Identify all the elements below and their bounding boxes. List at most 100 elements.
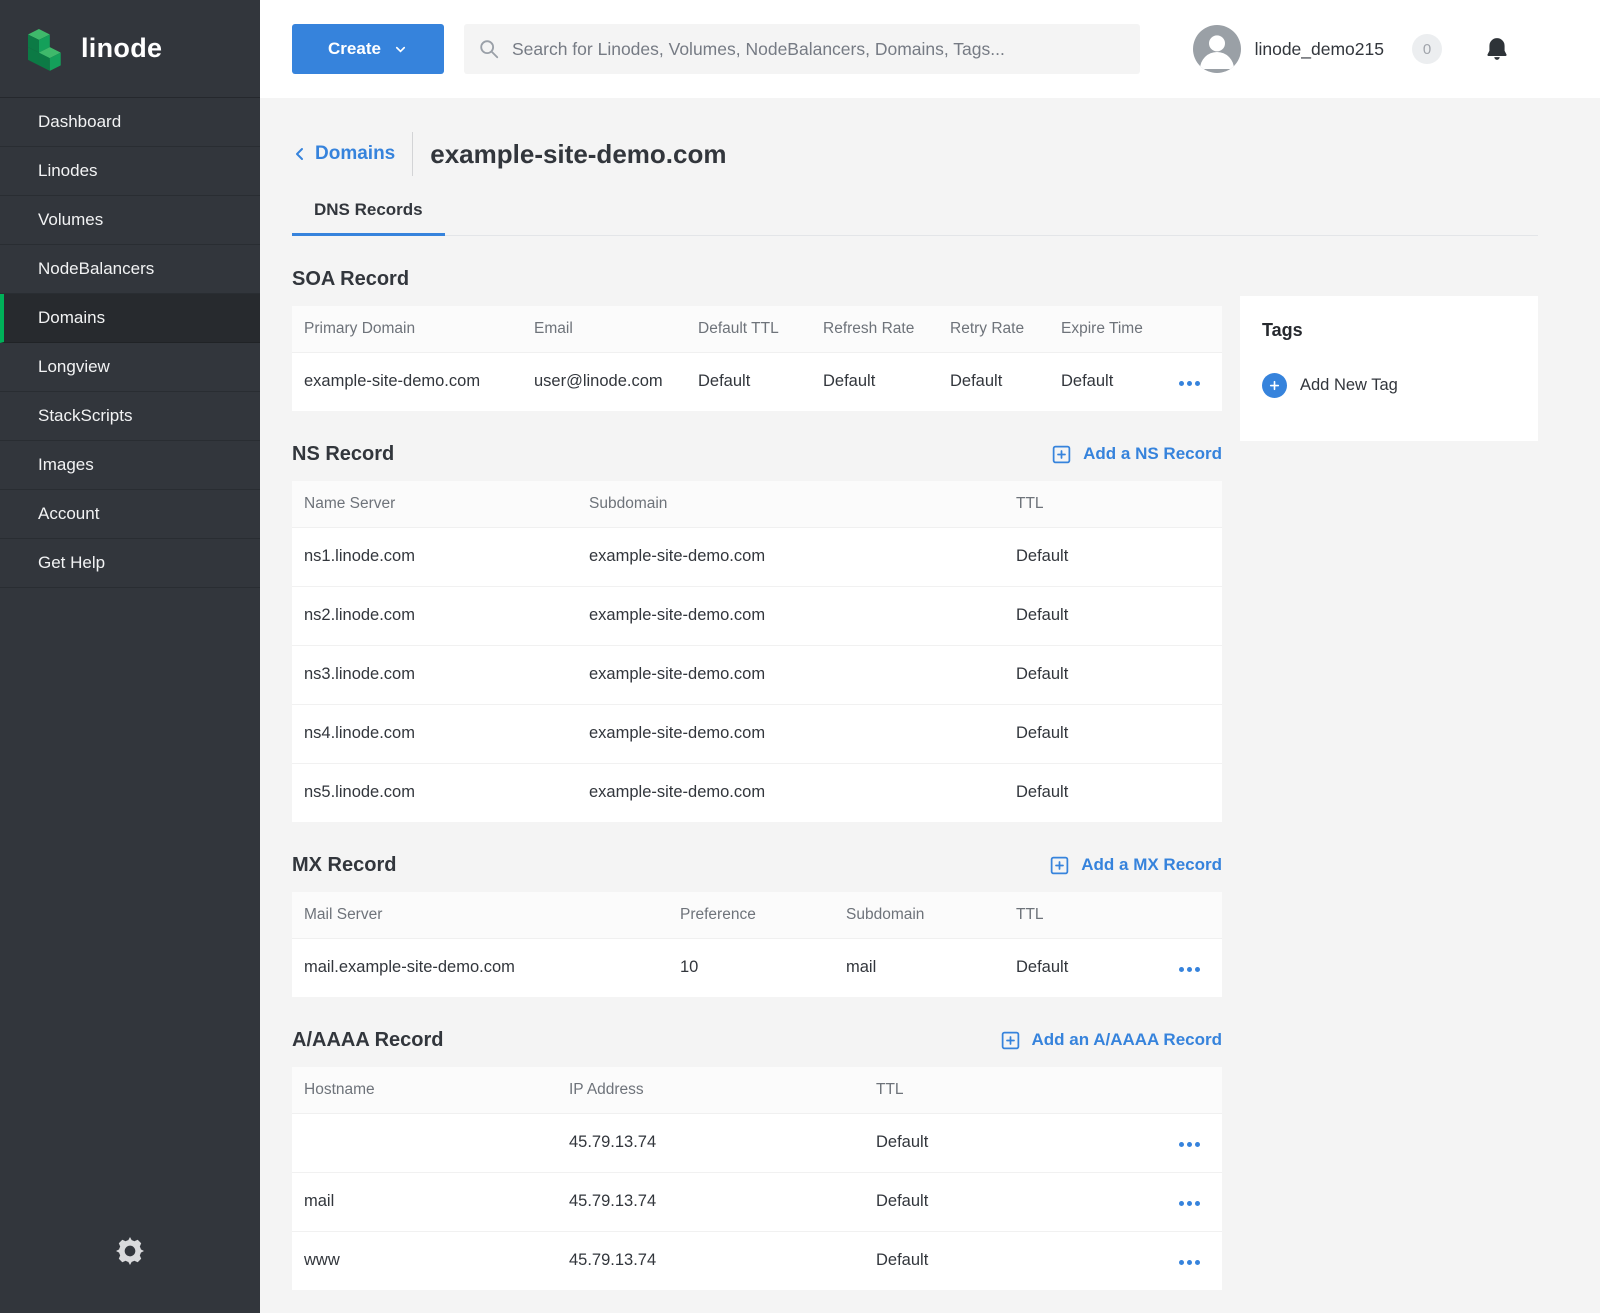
create-button[interactable]: Create	[292, 24, 444, 74]
sidebar-item-label: Linodes	[38, 161, 98, 181]
column-header: Email	[522, 306, 686, 352]
soa-heading: SOA Record	[292, 268, 409, 291]
row-actions-kebab-icon[interactable]	[1177, 1136, 1202, 1153]
add-ns-record-label: Add a NS Record	[1083, 444, 1222, 464]
cell-subdomain: example-site-demo.com	[577, 763, 1004, 822]
sidebar-item-get-help[interactable]: Get Help	[0, 539, 260, 588]
notification-count-badge[interactable]: 0	[1412, 34, 1442, 64]
linode-logo-icon	[28, 27, 68, 71]
sidebar-item-volumes[interactable]: Volumes	[0, 196, 260, 245]
sidebar-item-label: Domains	[38, 308, 105, 328]
table-header-row: Hostname IP Address TTL	[292, 1067, 1222, 1113]
tags-heading: Tags	[1262, 320, 1516, 341]
table-header-row: Primary Domain Email Default TTL Refresh…	[292, 306, 1222, 352]
mx-table: Mail Server Preference Subdomain TTL mai…	[292, 892, 1222, 997]
linode-logo[interactable]: linode	[0, 0, 260, 98]
table-row: ns1.linode.com example-site-demo.com Def…	[292, 527, 1222, 586]
cell-name-server: ns5.linode.com	[292, 763, 577, 822]
avatar[interactable]	[1193, 25, 1241, 73]
cell-mail-server: mail.example-site-demo.com	[292, 938, 668, 997]
a-heading: A/AAAA Record	[292, 1029, 444, 1052]
sidebar-item-domains[interactable]: Domains	[0, 294, 260, 343]
settings-gear-icon[interactable]	[116, 1237, 144, 1265]
cell-email: user@linode.com	[522, 352, 686, 411]
linode-logo-text: linode	[81, 33, 162, 64]
cell-ttl: Default	[1004, 586, 1222, 645]
mx-section-header: MX Record Add a MX Record	[292, 848, 1222, 882]
sidebar-item-longview[interactable]: Longview	[0, 343, 260, 392]
table-row: ns3.linode.com example-site-demo.com Def…	[292, 645, 1222, 704]
column-header: Default TTL	[686, 306, 811, 352]
cell-name-server: ns1.linode.com	[292, 527, 577, 586]
cell-name-server: ns2.linode.com	[292, 586, 577, 645]
breadcrumb-back-label: Domains	[315, 143, 395, 165]
cell-subdomain: example-site-demo.com	[577, 527, 1004, 586]
column-header: Name Server	[292, 481, 577, 527]
main-content: Domains example-site-demo.com DNS Record…	[260, 130, 1600, 1290]
tabs: DNS Records	[292, 194, 1538, 236]
row-actions-kebab-icon[interactable]	[1177, 1254, 1202, 1271]
table-row: 45.79.13.74 Default	[292, 1113, 1222, 1172]
sidebar-item-images[interactable]: Images	[0, 441, 260, 490]
a-section-header: A/AAAA Record Add an A/AAAA Record	[292, 1023, 1222, 1057]
cell-subdomain: mail	[834, 938, 1004, 997]
column-header: TTL	[1004, 892, 1152, 938]
row-actions-kebab-icon[interactable]	[1177, 1195, 1202, 1212]
sidebar-item-label: Images	[38, 455, 94, 475]
cell-subdomain: example-site-demo.com	[577, 645, 1004, 704]
search-input[interactable]	[512, 39, 1126, 60]
table-row: ns2.linode.com example-site-demo.com Def…	[292, 586, 1222, 645]
sidebar-item-label: NodeBalancers	[38, 259, 154, 279]
table-header-row: Name Server Subdomain TTL	[292, 481, 1222, 527]
cell-ttl: Default	[1004, 704, 1222, 763]
column-header: Retry Rate	[938, 306, 1049, 352]
cell-ttl: Default	[864, 1172, 1152, 1231]
ns-section-header: NS Record Add a NS Record	[292, 437, 1222, 471]
column-header: TTL	[1004, 481, 1222, 527]
plus-circle-icon	[1262, 373, 1287, 398]
cell-preference: 10	[668, 938, 834, 997]
table-row: www 45.79.13.74 Default	[292, 1231, 1222, 1290]
cell-ip-address: 45.79.13.74	[557, 1113, 864, 1172]
column-header: Hostname	[292, 1067, 557, 1113]
add-mx-record-button[interactable]: Add a MX Record	[1049, 855, 1222, 876]
table-row: mail.example-site-demo.com 10 mail Defau…	[292, 938, 1222, 997]
add-a-record-button[interactable]: Add an A/AAAA Record	[1000, 1030, 1222, 1051]
add-mx-record-label: Add a MX Record	[1081, 855, 1222, 875]
row-actions-kebab-icon[interactable]	[1177, 375, 1202, 392]
cell-subdomain: example-site-demo.com	[577, 586, 1004, 645]
column-header: TTL	[864, 1067, 1152, 1113]
sidebar-item-account[interactable]: Account	[0, 490, 260, 539]
column-header: Refresh Rate	[811, 306, 938, 352]
cell-ttl: Default	[1004, 645, 1222, 704]
create-button-label: Create	[328, 39, 381, 59]
cell-retry-rate: Default	[938, 352, 1049, 411]
plus-square-icon	[1051, 444, 1072, 465]
add-ns-record-button[interactable]: Add a NS Record	[1051, 444, 1222, 465]
add-new-tag-button[interactable]: Add New Tag	[1262, 373, 1516, 398]
row-actions-kebab-icon[interactable]	[1177, 961, 1202, 978]
sidebar-item-label: Get Help	[38, 553, 105, 573]
cell-name-server: ns3.linode.com	[292, 645, 577, 704]
sidebar-item-linodes[interactable]: Linodes	[0, 147, 260, 196]
cell-name-server: ns4.linode.com	[292, 704, 577, 763]
column-header: IP Address	[557, 1067, 864, 1113]
breadcrumb-back-link[interactable]: Domains	[292, 143, 395, 165]
a-table: Hostname IP Address TTL 45.79.13.74 Defa…	[292, 1067, 1222, 1290]
global-search	[464, 24, 1140, 74]
sidebar-item-stackscripts[interactable]: StackScripts	[0, 392, 260, 441]
table-row: ns4.linode.com example-site-demo.com Def…	[292, 704, 1222, 763]
column-header: Primary Domain	[292, 306, 522, 352]
sidebar-item-dashboard[interactable]: Dashboard	[0, 98, 260, 147]
add-a-record-label: Add an A/AAAA Record	[1032, 1030, 1222, 1050]
tab-dns-records[interactable]: DNS Records	[292, 194, 445, 236]
sidebar-item-nodebalancers[interactable]: NodeBalancers	[0, 245, 260, 294]
plus-square-icon	[1000, 1030, 1021, 1051]
cell-hostname: www	[292, 1231, 557, 1290]
bell-icon[interactable]	[1484, 36, 1510, 62]
topbar: Create linode_demo215 0	[260, 0, 1600, 98]
cell-default-ttl: Default	[686, 352, 811, 411]
username[interactable]: linode_demo215	[1255, 39, 1384, 60]
soa-table: Primary Domain Email Default TTL Refresh…	[292, 306, 1222, 411]
cell-ttl: Default	[864, 1113, 1152, 1172]
